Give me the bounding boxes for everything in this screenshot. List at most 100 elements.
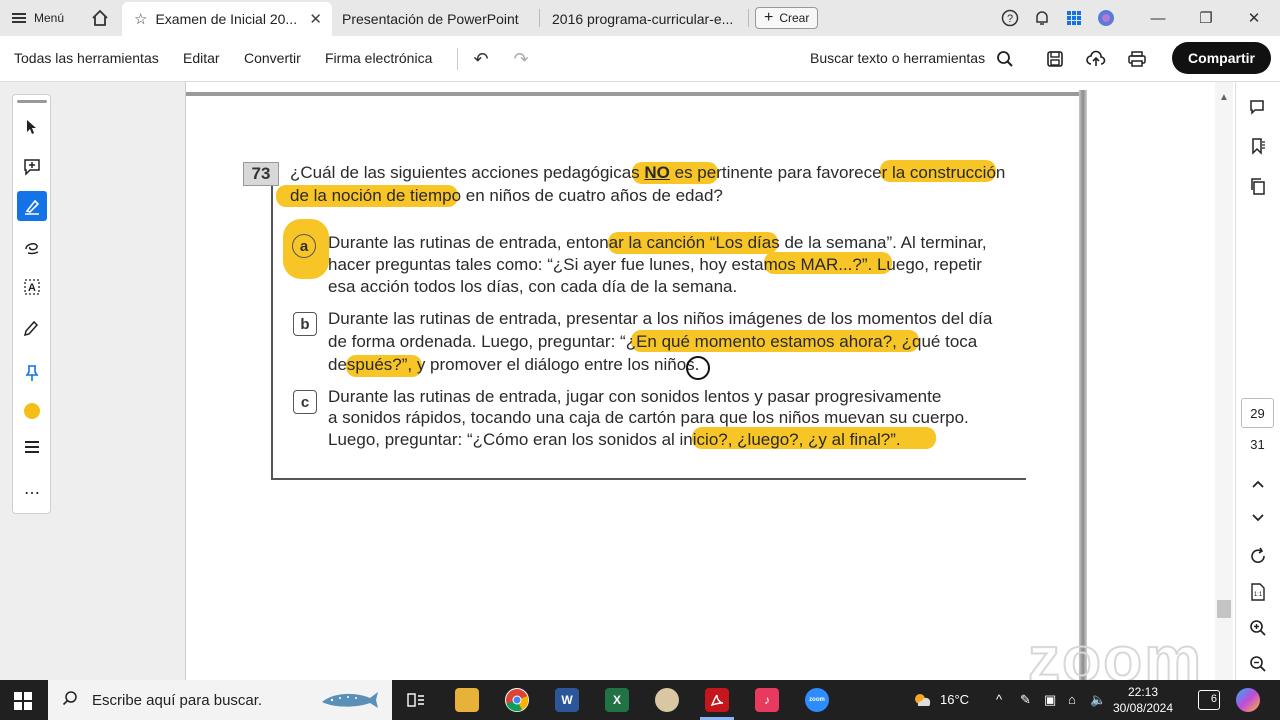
sign-pen-icon[interactable] <box>20 315 44 339</box>
option-c-line: Luego, preguntar: “¿Cómo eran los sonido… <box>328 430 901 449</box>
weather-icon[interactable] <box>912 692 932 711</box>
help-icon[interactable]: ? <box>1000 8 1020 28</box>
select-cursor-icon[interactable] <box>20 115 44 139</box>
refresh-icon[interactable] <box>1246 544 1270 568</box>
system-clock[interactable]: 22:13 30/08/2024 <box>1110 684 1176 716</box>
create-label: Crear <box>779 11 810 25</box>
option-c-badge[interactable]: c <box>293 390 317 414</box>
sign-menu[interactable]: Firma electrónica <box>325 50 432 66</box>
draw-freehand-icon[interactable] <box>20 235 44 259</box>
more-options-icon[interactable]: ⋯ <box>20 481 44 505</box>
create-button[interactable]: + Crear <box>755 7 819 29</box>
add-comment-icon[interactable] <box>20 155 44 179</box>
pointer-cursor <box>686 356 710 380</box>
comments-icon[interactable] <box>1246 96 1270 120</box>
save-icon[interactable] <box>1044 48 1066 70</box>
windows-start-icon[interactable] <box>14 692 32 710</box>
convert-menu[interactable]: Convertir <box>244 50 301 66</box>
edit-menu[interactable]: Editar <box>183 50 220 66</box>
tray-chevron-icon[interactable]: ^ <box>996 692 1002 707</box>
option-b-badge[interactable]: b <box>293 312 317 336</box>
question-stem-line-2: de la noción de tiempo en niños de cuatr… <box>290 186 723 205</box>
chrome-icon[interactable] <box>505 688 529 712</box>
tab-presentacion[interactable]: Presentación de PowerPoint <box>330 2 530 36</box>
tab-programa[interactable]: 2016 programa-curricular-e... <box>540 2 740 36</box>
task-view-icon[interactable] <box>404 688 428 712</box>
scrollbar-thumb[interactable] <box>1217 600 1231 618</box>
chevron-up-icon[interactable] <box>1246 472 1270 496</box>
highlight-pen-icon[interactable] <box>17 191 47 221</box>
svg-text:1:1: 1:1 <box>1254 592 1263 598</box>
search-tools-label[interactable]: Buscar texto o herramientas <box>810 50 985 66</box>
home-icon[interactable] <box>90 8 110 28</box>
tiktok-icon[interactable]: ♪ <box>755 688 779 712</box>
zoom-app-icon[interactable]: zoom <box>805 688 829 712</box>
clock-date: 30/08/2024 <box>1112 701 1174 715</box>
zoom-out-icon[interactable] <box>1246 652 1270 676</box>
total-pages: 31 <box>1250 437 1265 452</box>
close-window-icon[interactable]: ✕ <box>1244 8 1264 28</box>
tab-examen[interactable]: ☆ Examen de Inicial 20... ✕ <box>122 2 332 36</box>
option-c-line: Durante las rutinas de entrada, jugar co… <box>328 387 942 406</box>
star-icon[interactable]: ☆ <box>134 10 147 28</box>
plus-icon: + <box>764 9 774 26</box>
line-weight-icon[interactable] <box>20 435 44 459</box>
bookmarks-icon[interactable] <box>1246 134 1270 158</box>
all-tools-menu[interactable]: Todas las herramientas <box>14 50 159 66</box>
svg-text:A: A <box>28 282 36 294</box>
page-fit-icon[interactable]: 1:1 <box>1246 580 1270 604</box>
weather-temp[interactable]: 16°C <box>940 692 969 707</box>
share-button[interactable]: Compartir <box>1172 42 1271 74</box>
pin-icon[interactable] <box>20 361 44 385</box>
pen-tray-icon[interactable]: ✎ <box>1020 692 1031 708</box>
close-tab-icon[interactable]: ✕ <box>309 10 322 28</box>
tab-label: 2016 programa-curricular-e... <box>552 11 734 27</box>
volume-icon[interactable]: 🔈 <box>1090 692 1106 708</box>
current-page-field[interactable]: 29 <box>1241 398 1274 428</box>
copy-pages-icon[interactable] <box>1246 174 1270 198</box>
camera-tray-icon[interactable]: ▣ <box>1044 692 1056 708</box>
print-icon[interactable] <box>1126 48 1148 70</box>
question-stem-part: es pertinente para favorecer la construc… <box>669 163 1006 182</box>
option-b-line: después?”, y promover el diálogo entre l… <box>328 355 700 374</box>
title-bar: Menú ☆ Examen de Inicial 20... ✕ Present… <box>0 0 1280 36</box>
apps-grid-icon[interactable] <box>1064 8 1084 28</box>
svg-text:?: ? <box>1007 13 1013 25</box>
acrobat-icon[interactable] <box>705 688 729 712</box>
drag-handle[interactable] <box>17 100 47 103</box>
undo-icon[interactable]: ↶ <box>470 48 492 70</box>
toolbar-divider <box>457 48 458 70</box>
option-a-line: esa acción todos los días, con cada día … <box>328 277 738 296</box>
tab-label: Presentación de PowerPoint <box>342 11 519 27</box>
word-icon[interactable]: W <box>555 688 579 712</box>
hamburger-icon <box>12 13 26 23</box>
menu-button[interactable]: Menú <box>12 8 64 28</box>
redo-icon[interactable]: ↷ <box>510 48 532 70</box>
question-stem-line-1: ¿Cuál de las siguientes acciones pedagóg… <box>290 162 1005 184</box>
clock-time: 22:13 <box>1127 685 1159 699</box>
left-tools-panel: A ⋯ <box>12 94 51 514</box>
excel-icon[interactable]: X <box>605 688 629 712</box>
network-icon[interactable]: ⌂ <box>1068 692 1076 707</box>
option-a-badge[interactable]: a <box>292 234 316 258</box>
copilot-icon[interactable] <box>1236 688 1260 712</box>
notifications-icon[interactable]: 6 <box>1198 690 1220 710</box>
page-border-top <box>186 92 1086 96</box>
search-icon[interactable] <box>994 48 1016 70</box>
scroll-up-icon[interactable]: ▲ <box>1219 92 1229 103</box>
option-b-line: Durante las rutinas de entrada, presenta… <box>328 309 993 328</box>
bell-icon[interactable] <box>1032 8 1052 28</box>
file-explorer-icon[interactable] <box>455 688 479 712</box>
paint-icon[interactable] <box>655 688 679 712</box>
pdf-page: 73 ¿Cuál de las siguientes acciones peda… <box>185 82 1235 680</box>
avatar[interactable] <box>1096 8 1116 28</box>
upload-cloud-icon[interactable] <box>1085 48 1107 70</box>
color-picker-icon[interactable] <box>20 399 44 423</box>
text-box-icon[interactable]: A <box>20 275 44 299</box>
vertical-scrollbar[interactable]: ▲ <box>1215 82 1233 680</box>
restore-icon[interactable]: ❐ <box>1196 8 1216 28</box>
minimize-icon[interactable]: — <box>1148 8 1168 28</box>
zoom-in-icon[interactable] <box>1246 616 1270 640</box>
main-toolbar: Todas las herramientas Editar Convertir … <box>0 36 1280 82</box>
chevron-down-icon[interactable] <box>1246 506 1270 530</box>
